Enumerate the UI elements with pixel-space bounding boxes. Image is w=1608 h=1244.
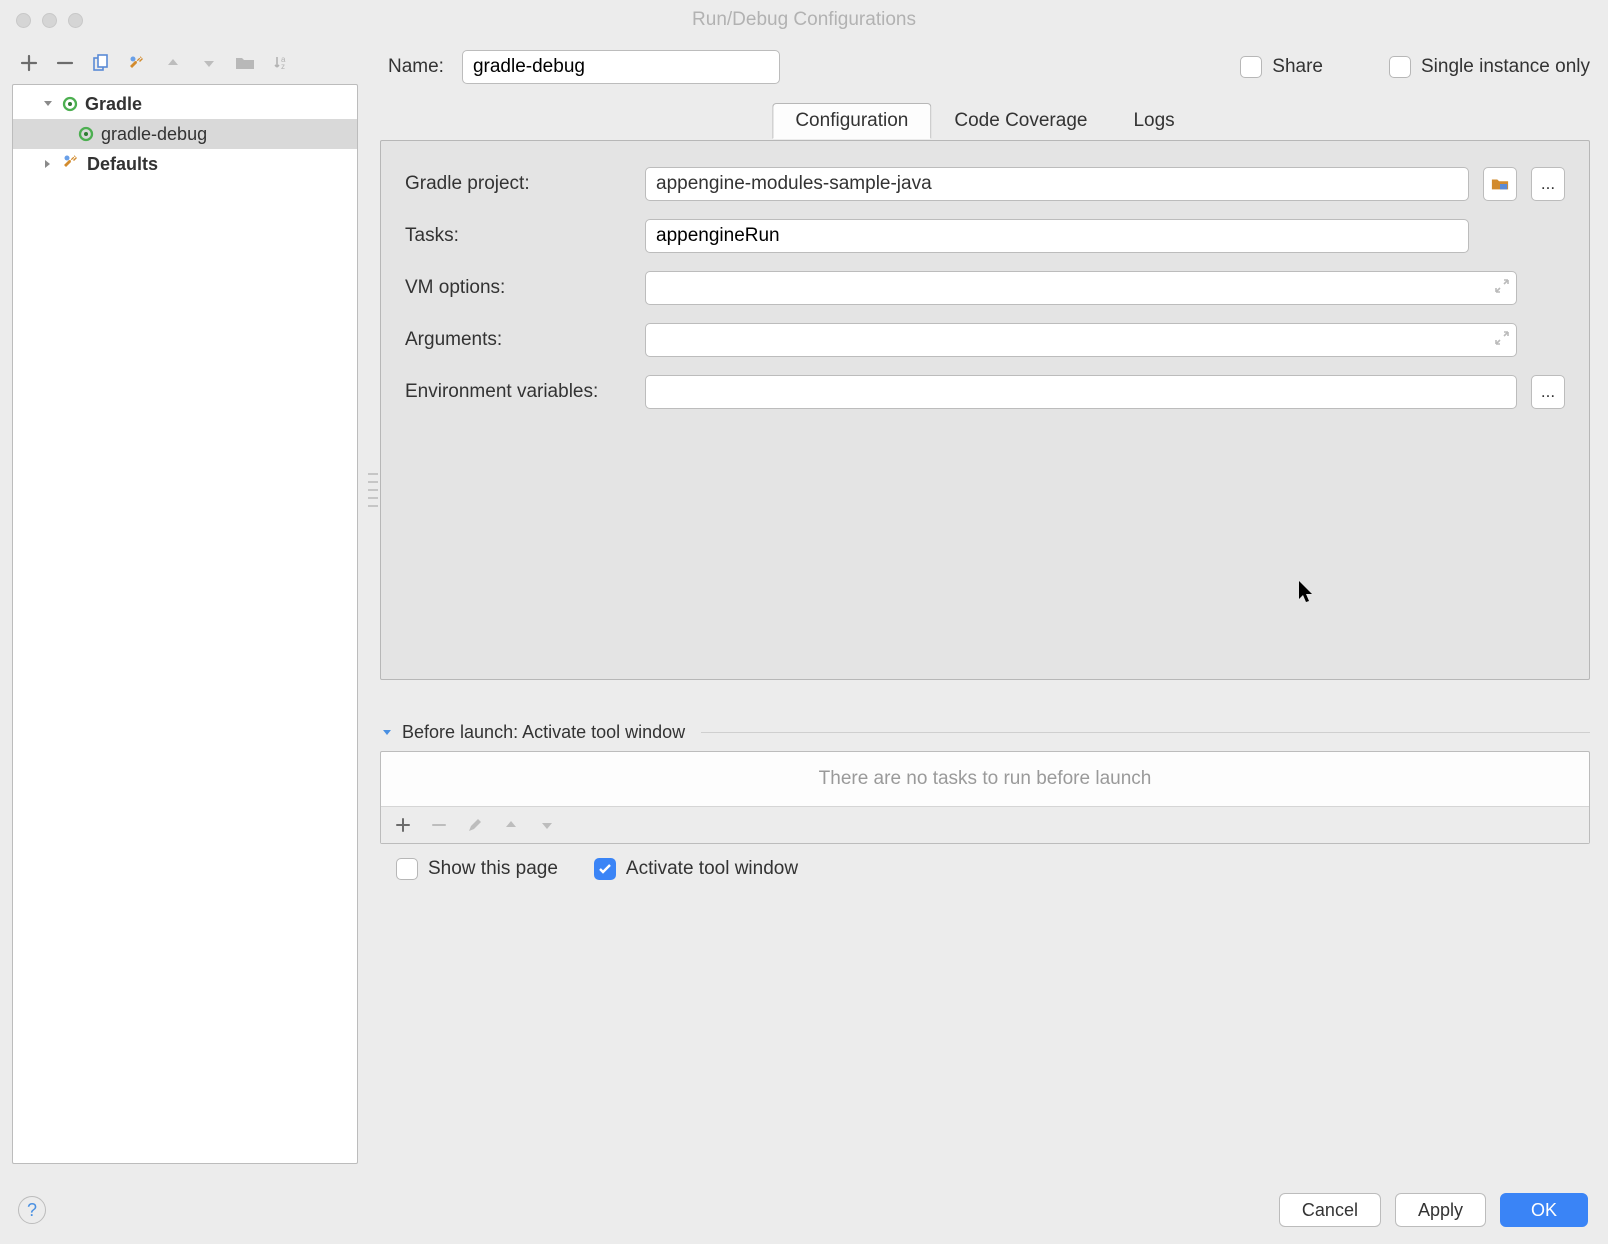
show-this-page-checkbox-row[interactable]: Show this page [396,858,558,880]
share-label: Share [1272,56,1323,78]
disclosure-down-icon [380,726,394,740]
name-label: Name: [388,56,444,78]
single-instance-checkbox[interactable] [1389,56,1411,78]
before-launch-title: Before launch: Activate tool window [402,722,685,743]
folder-button[interactable] [234,52,256,74]
cursor-icon [1298,580,1316,610]
sidebar-toolbar: az [12,48,358,84]
tree-node-defaults[interactable]: Defaults [13,149,357,179]
remove-configuration-button[interactable] [54,52,76,74]
wrench-icon [61,152,81,177]
share-checkbox[interactable] [1240,56,1262,78]
help-button[interactable]: ? [18,1196,46,1224]
before-launch-empty: There are no tasks to run before launch [381,752,1589,806]
tree-label: gradle-debug [101,124,207,145]
tabs: Configuration Code Coverage Logs [772,102,1197,138]
apply-button[interactable]: Apply [1395,1193,1486,1227]
cancel-button[interactable]: Cancel [1279,1193,1381,1227]
bl-remove-button[interactable] [429,815,449,835]
expand-icon[interactable] [1495,278,1509,298]
before-launch-box: There are no tasks to run before launch [380,751,1590,844]
window-title: Run/Debug Configurations [0,9,1608,31]
activate-tool-window-label: Activate tool window [626,858,798,880]
tab-code-coverage[interactable]: Code Coverage [931,103,1110,139]
gradle-icon [77,125,95,143]
before-launch-header[interactable]: Before launch: Activate tool window [380,722,1590,743]
activate-tool-window-checkbox-row[interactable]: Activate tool window [594,858,798,880]
single-instance-checkbox-row[interactable]: Single instance only [1389,56,1590,78]
activate-tool-window-checkbox[interactable] [594,858,616,880]
tree-node-gradle[interactable]: Gradle [13,89,357,119]
tree-label: Gradle [85,94,142,115]
move-up-button[interactable] [162,52,184,74]
tree-node-gradle-debug[interactable]: gradle-debug [13,119,357,149]
share-checkbox-row[interactable]: Share [1240,56,1323,78]
divider [701,732,1590,733]
vm-options-input[interactable] [645,271,1517,305]
env-vars-input[interactable] [645,375,1517,409]
tasks-input[interactable] [645,219,1469,253]
edit-defaults-button[interactable] [126,52,148,74]
bl-add-button[interactable] [393,815,413,835]
gradle-project-label: Gradle project: [405,173,645,195]
expand-icon[interactable] [1495,330,1509,350]
tree-label: Defaults [87,154,158,175]
env-vars-label: Environment variables: [405,381,645,403]
bl-move-down-button[interactable] [537,815,557,835]
show-this-page-checkbox[interactable] [396,858,418,880]
tab-logs[interactable]: Logs [1110,103,1197,139]
main-panel: Name: Share Single instance only Configu… [370,40,1608,1176]
tab-configuration[interactable]: Configuration [772,103,931,139]
bl-edit-button[interactable] [465,815,485,835]
ok-button[interactable]: OK [1500,1193,1588,1227]
before-launch-toolbar [381,806,1589,843]
gradle-project-browse-button[interactable] [1483,167,1517,201]
add-configuration-button[interactable] [18,52,40,74]
move-down-button[interactable] [198,52,220,74]
name-input[interactable] [462,50,780,84]
env-vars-ellipsis-button[interactable]: ... [1531,375,1565,409]
arguments-input[interactable] [645,323,1517,357]
single-instance-label: Single instance only [1421,56,1590,78]
bl-move-up-button[interactable] [501,815,521,835]
vm-options-label: VM options: [405,277,645,299]
configuration-panel: Gradle project: ... Tasks: VM options: [380,140,1590,680]
disclosure-right-icon [41,157,55,171]
gradle-icon [61,95,79,113]
tasks-label: Tasks: [405,225,645,247]
gradle-project-input[interactable] [645,167,1469,201]
arguments-label: Arguments: [405,329,645,351]
footer: ? Cancel Apply OK [0,1176,1608,1244]
sidebar: az Gradle gradle-debug [0,40,370,1176]
copy-configuration-button[interactable] [90,52,112,74]
svg-text:z: z [281,62,285,71]
gradle-project-ellipsis-button[interactable]: ... [1531,167,1565,201]
split-resize-handle[interactable] [368,470,378,510]
disclosure-down-icon [41,97,55,111]
show-this-page-label: Show this page [428,858,558,880]
sort-button[interactable]: az [270,52,292,74]
titlebar: Run/Debug Configurations [0,0,1608,40]
configuration-tree[interactable]: Gradle gradle-debug Defaults [12,84,358,1164]
